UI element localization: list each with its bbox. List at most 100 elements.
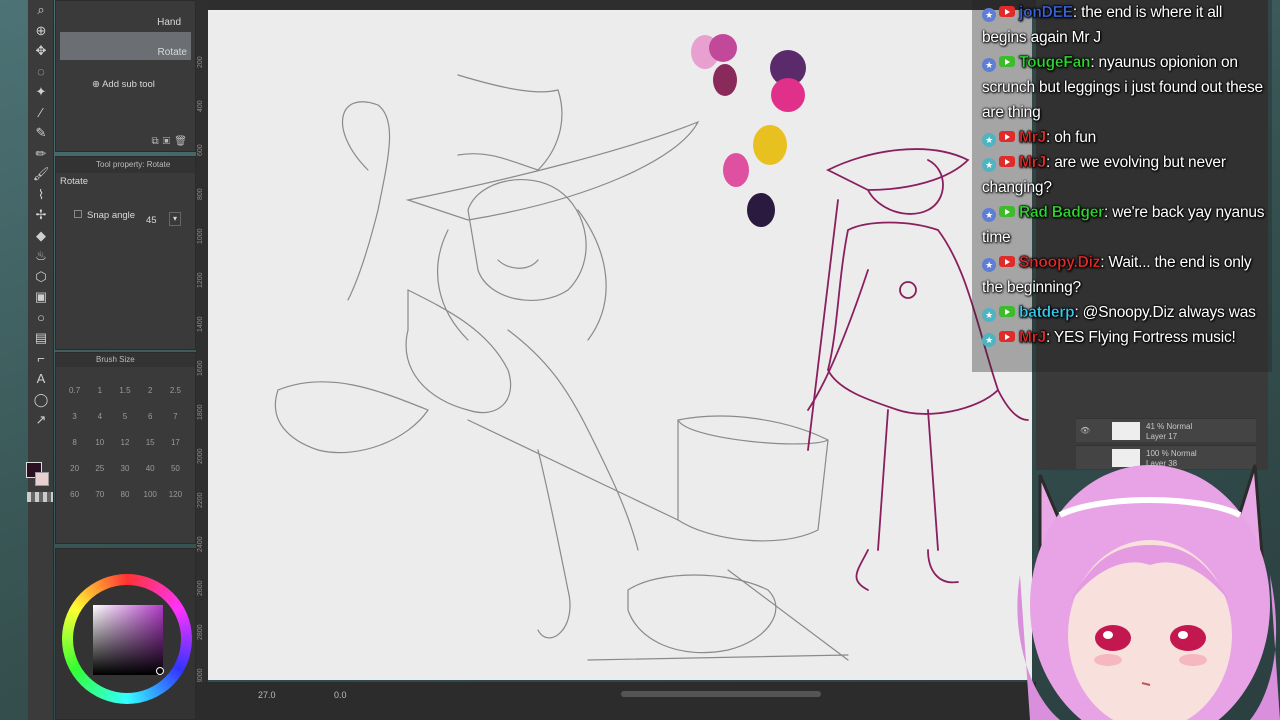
- frame-icon[interactable]: ▤: [28, 328, 54, 349]
- snap-angle-label: Snap angle: [87, 210, 136, 221]
- chat-username: MrJ: [1019, 154, 1046, 171]
- zoom-value[interactable]: 27.0: [258, 690, 276, 700]
- brush-size-preset[interactable]: 12: [112, 438, 137, 458]
- brush-size-preset[interactable]: 1: [87, 386, 112, 406]
- brush-size-preset[interactable]: 6: [138, 412, 163, 432]
- tool-property-panel: Tool property: Rotate Rotate Snap angle …: [55, 156, 196, 350]
- chat-message: ★ batderp: @Snoopy.Diz always was: [982, 300, 1268, 325]
- brush-size-preset[interactable]: 30: [112, 464, 137, 484]
- rotation-value[interactable]: 0.0: [334, 690, 347, 700]
- brush-size-preset[interactable]: 70: [87, 490, 112, 510]
- chat-username: Rad Badger: [1019, 204, 1105, 221]
- decoration-icon[interactable]: ✢: [28, 205, 54, 226]
- sub-tool-rotate-label: Rotate: [157, 47, 187, 58]
- pencil-icon[interactable]: ✏: [28, 144, 54, 165]
- chat-badge-icon: ★: [982, 208, 996, 222]
- brush-size-preset[interactable]: 17: [163, 438, 188, 458]
- tool-property-title: Tool property: Rotate: [56, 157, 195, 173]
- chat-text: @Snoopy.Diz always was: [1082, 304, 1256, 321]
- snap-angle-checkbox[interactable]: Snap angle: [74, 210, 135, 221]
- sub-tool-rotate[interactable]: Rotate: [60, 32, 191, 60]
- zoom-icon[interactable]: ⊕: [28, 21, 54, 42]
- brush-size-grid: 0.7 1 1.5 2 2.5 3 4 5 6 7 8 10 12 15 17 20 25 30 40 50 60 70 8…: [62, 386, 188, 510]
- ruler-mark: 1400: [197, 316, 204, 332]
- balloon-icon[interactable]: ◯: [28, 390, 54, 411]
- youtube-icon: [999, 6, 1015, 17]
- text-icon[interactable]: A: [28, 369, 54, 390]
- move-icon[interactable]: ✥: [28, 41, 54, 62]
- sub-tool-hand[interactable]: Hand: [157, 17, 181, 28]
- brush-size-preset[interactable]: 2.5: [163, 386, 188, 406]
- brush-size-preset[interactable]: 60: [62, 490, 87, 510]
- chat-separator: :: [1090, 54, 1099, 71]
- add-sub-tool-button[interactable]: ⊕ Add sub tool: [92, 79, 155, 90]
- search-icon[interactable]: ⌕: [28, 0, 54, 21]
- brush-icon[interactable]: 🖌: [28, 164, 54, 185]
- color-picker-cursor[interactable]: [156, 667, 164, 675]
- pen-icon[interactable]: ✎: [28, 123, 54, 144]
- brush-size-preset[interactable]: 100: [138, 490, 163, 510]
- canvas-status-bar: 27.0 0.0: [196, 682, 1036, 720]
- brush-size-preset[interactable]: 120: [163, 490, 188, 510]
- brush-size-preset[interactable]: 5: [112, 412, 137, 432]
- eraser-icon[interactable]: ◆: [28, 226, 54, 247]
- magic-wand-icon[interactable]: ✦: [28, 82, 54, 103]
- palette-blob: [753, 125, 787, 165]
- figure-icon[interactable]: ○: [28, 308, 54, 329]
- eye-icon[interactable]: 👁: [1080, 426, 1090, 435]
- saturation-value-square[interactable]: [93, 605, 163, 675]
- canvas-top-bar: [196, 0, 1036, 10]
- brush-size-preset[interactable]: 0.7: [62, 386, 87, 406]
- ruler-mark: 600: [197, 144, 204, 156]
- chat-message: ★ MrJ: oh fun: [982, 125, 1268, 150]
- ruler-mark: 400: [197, 100, 204, 112]
- brush-size-preset[interactable]: 1.5: [112, 386, 137, 406]
- gradient-icon[interactable]: ▣: [28, 287, 54, 308]
- brush-size-preset[interactable]: 3: [62, 412, 87, 432]
- ruler-mark: 200: [197, 56, 204, 68]
- brush-size-preset[interactable]: 50: [163, 464, 188, 484]
- sub-tool-panel-icons[interactable]: ⧉▣🗑: [152, 136, 191, 147]
- ruler-mark: 2200: [197, 492, 204, 508]
- brush-size-preset[interactable]: 40: [138, 464, 163, 484]
- brush-size-preset[interactable]: 8: [62, 438, 87, 458]
- chat-badge-icon: ★: [982, 133, 996, 147]
- palette-blob: [747, 193, 775, 227]
- eyedropper-icon[interactable]: ⁄: [28, 103, 54, 124]
- chat-username: batderp: [1019, 304, 1075, 321]
- horizontal-scrollbar[interactable]: [621, 691, 821, 697]
- palette-blob: [771, 78, 805, 112]
- chat-message: ★ Snoopy.Diz: Wait... the end is only the…: [982, 250, 1268, 300]
- drawing-canvas[interactable]: [208, 10, 1032, 680]
- correct-line-icon[interactable]: ↗: [28, 410, 54, 431]
- brush-size-preset[interactable]: 4: [87, 412, 112, 432]
- brush-size-preset[interactable]: 80: [112, 490, 137, 510]
- palette-blob: [723, 153, 749, 187]
- chat-separator: :: [1104, 204, 1113, 221]
- brush-size-preset[interactable]: 7: [163, 412, 188, 432]
- snap-angle-dropdown[interactable]: ▾: [169, 212, 181, 226]
- chat-username: TougeFan: [1019, 54, 1091, 71]
- chat-badge-icon: ★: [982, 158, 996, 172]
- layer-row[interactable]: 👁 41 % Normal Layer 17: [1076, 418, 1256, 442]
- brush-size-panel: Brush Size 0.7 1 1.5 2 2.5 3 4 5 6 7 8 10 12 15 17 20 25…: [55, 352, 196, 544]
- chat-message: ★ TougeFan: nyaunus opionion on scrunch b…: [982, 50, 1268, 125]
- tool-strip: ⌕ ⊕ ✥ ◌ ✦ ⁄ ✎ ✏ 🖌 ⌇ ✢ ◆ ♨ ⬡ ▣ ○ ▤ ⌐ A ◯ …: [28, 0, 54, 720]
- color-wheel-panel: [55, 548, 196, 720]
- chat-badge-icon: ★: [982, 258, 996, 272]
- blend-icon[interactable]: ♨: [28, 246, 54, 267]
- brush-size-preset[interactable]: 15: [138, 438, 163, 458]
- brush-size-preset[interactable]: 10: [87, 438, 112, 458]
- brush-size-preset[interactable]: 20: [62, 464, 87, 484]
- brush-size-preset[interactable]: 2: [138, 386, 163, 406]
- sub-tool-panel: Hand Rotate ⊕ Add sub tool ⧉▣🗑: [55, 0, 196, 152]
- transparent-color-swatch[interactable]: [27, 492, 53, 502]
- youtube-icon: [999, 156, 1015, 167]
- lasso-icon[interactable]: ◌: [28, 62, 54, 83]
- background-color-swatch[interactable]: [35, 472, 49, 486]
- ruler-icon[interactable]: ⌐: [28, 349, 54, 370]
- brush-size-preset[interactable]: 25: [87, 464, 112, 484]
- airbrush-icon[interactable]: ⌇: [28, 185, 54, 206]
- snap-angle-value[interactable]: 45: [146, 215, 157, 226]
- fill-icon[interactable]: ⬡: [28, 267, 54, 288]
